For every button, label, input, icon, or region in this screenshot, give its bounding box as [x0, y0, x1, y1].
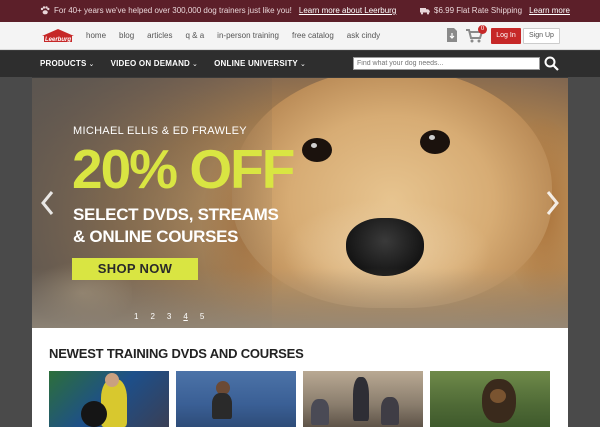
carousel-dot[interactable]: 5 [200, 312, 204, 321]
main-menu: PRODUCTS ⌄ VIDEO ON DEMAND ⌄ ONLINE UNIVER… [40, 59, 322, 68]
product-thumbnail[interactable] [303, 371, 423, 427]
chevron-down-icon: ⌄ [192, 61, 199, 68]
menu-ou-label: ONLINE UNIVERSITY [214, 59, 298, 68]
product-thumbnail[interactable] [430, 371, 550, 427]
carousel-dot-active[interactable]: 4 [183, 312, 187, 321]
signup-button[interactable]: Sign Up [523, 28, 560, 44]
carousel-dot[interactable]: 1 [134, 312, 138, 321]
chevron-down-icon: ⌄ [88, 61, 95, 68]
nav-ask-cindy[interactable]: ask cindy [347, 31, 380, 40]
carousel-prev-icon[interactable] [40, 190, 54, 216]
menu-video-on-demand[interactable]: VIDEO ON DEMAND ⌄ [111, 59, 199, 68]
search-input[interactable] [353, 57, 540, 70]
shop-now-button[interactable]: SHOP NOW [72, 258, 198, 280]
nav-free-catalog[interactable]: free catalog [292, 31, 334, 40]
hero-line-1: SELECT DVDS, STREAMS [73, 205, 279, 224]
login-button[interactable]: Log In [491, 28, 521, 44]
nav-in-person-training[interactable]: in-person training [217, 31, 279, 40]
hero-line-2: & ONLINE COURSES [73, 227, 239, 246]
hero-subtitle: MICHAEL ELLIS & ED FRAWLEY [73, 125, 247, 137]
promo-bar: For 40+ years we've helped over 300,000 … [0, 0, 600, 22]
product-thumbnail[interactable] [49, 371, 169, 427]
truck-icon [420, 8, 430, 15]
nav-articles[interactable]: articles [147, 31, 172, 40]
shipping-text: $6.99 Flat Rate Shipping [434, 6, 523, 15]
nav-blog[interactable]: blog [119, 31, 134, 40]
shipping-info: $6.99 Flat Rate Shipping Learn more [420, 6, 570, 15]
side-panel-right [568, 77, 600, 427]
menu-online-university[interactable]: ONLINE UNIVERSITY ⌄ [214, 59, 306, 68]
hero-banner[interactable] [32, 78, 568, 328]
nav-qa[interactable]: q & a [185, 31, 204, 40]
paw-icon [40, 6, 50, 15]
hero-headline: 20% OFF [72, 138, 295, 200]
chevron-down-icon: ⌄ [299, 61, 307, 68]
product-thumbnail[interactable] [176, 371, 296, 427]
carousel-dot[interactable]: 3 [167, 312, 171, 321]
nav-home[interactable]: home [86, 31, 106, 40]
menu-products[interactable]: PRODUCTS ⌄ [40, 59, 95, 68]
section-title: NEWEST TRAINING DVDS AND COURSES [49, 346, 304, 361]
learn-more-leerburg-link[interactable]: Learn more about Leerburg [299, 6, 396, 15]
promo-text: For 40+ years we've helped over 300,000 … [54, 6, 292, 15]
menu-vod-label: VIDEO ON DEMAND [110, 59, 191, 68]
document-download-icon[interactable] [446, 27, 458, 43]
carousel-pagination: 1 2 3 4 5 [134, 312, 216, 321]
carousel-next-icon[interactable] [546, 190, 560, 216]
dog-eye [420, 130, 450, 154]
learn-more-shipping-link[interactable]: Learn more [529, 6, 570, 15]
cart-count-badge: 0 [478, 25, 487, 34]
carousel-dot[interactable]: 2 [150, 312, 154, 321]
search-icon[interactable] [544, 56, 559, 71]
leerburg-logo[interactable]: Leerburg [40, 28, 76, 44]
menu-products-label: PRODUCTS [40, 59, 87, 68]
svg-text:Leerburg: Leerburg [45, 37, 71, 43]
promo-left: For 40+ years we've helped over 300,000 … [40, 6, 396, 15]
side-panel-left [0, 77, 32, 427]
site-header: Leerburg home blog articles q & a in-per… [0, 22, 600, 50]
dog-eye [302, 138, 332, 162]
top-nav: home blog articles q & a in-person train… [86, 31, 393, 40]
